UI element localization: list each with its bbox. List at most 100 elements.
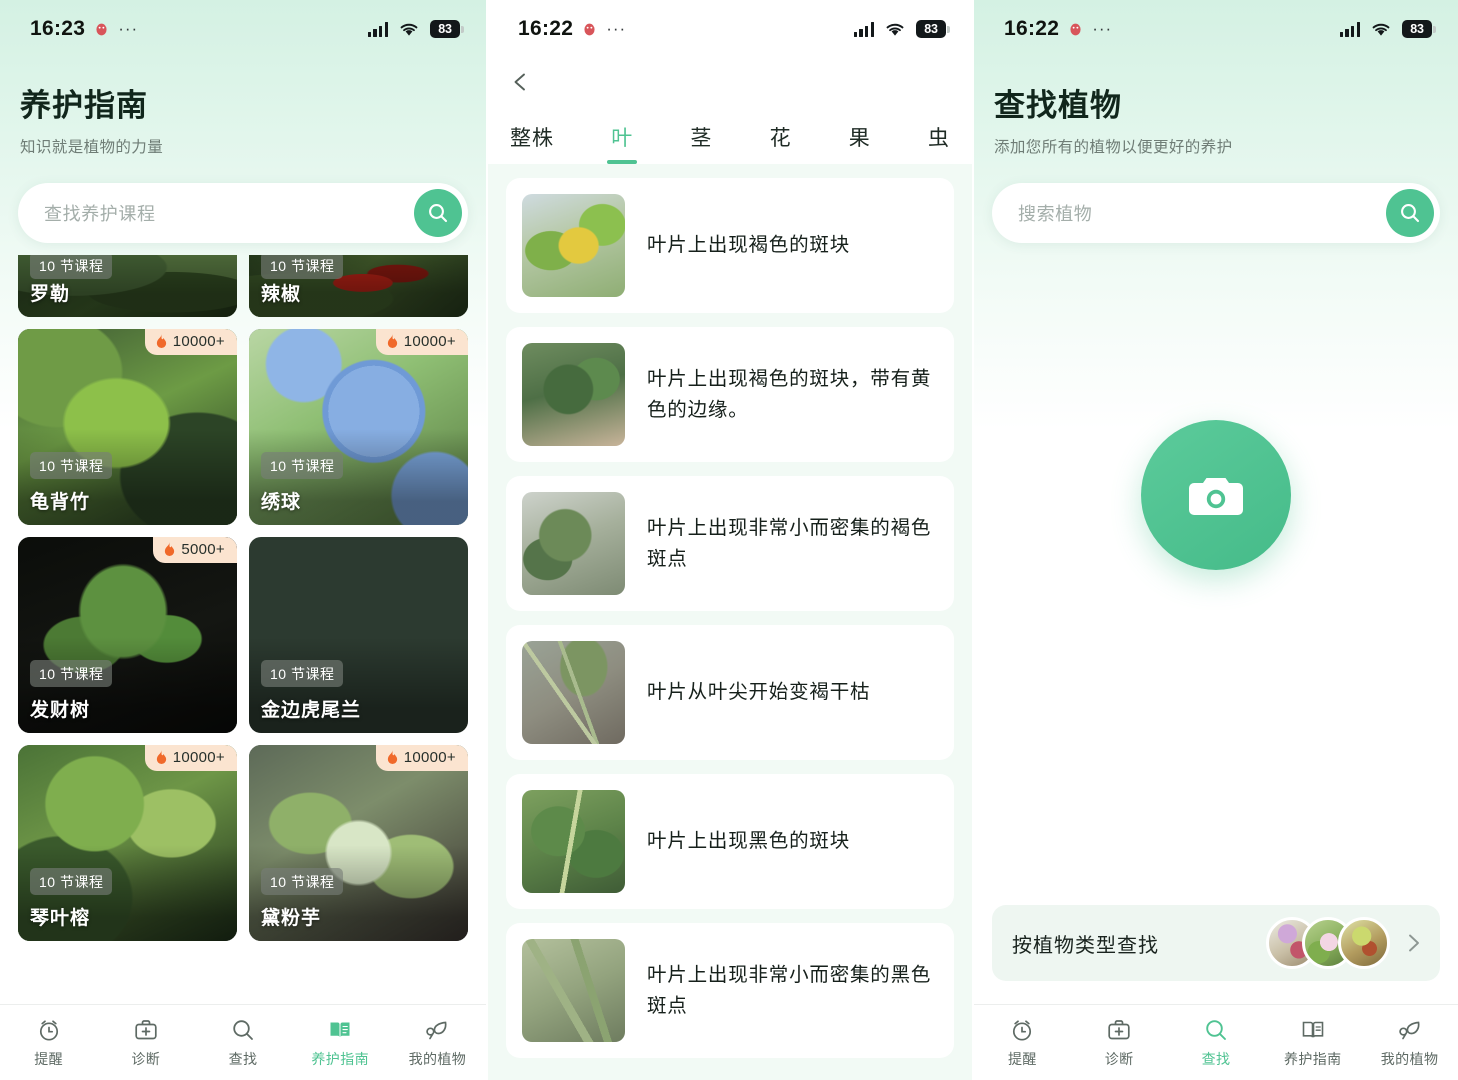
tab-stem[interactable]: 茎 — [690, 122, 712, 164]
flame-icon — [387, 749, 397, 764]
tab-pest[interactable]: 虫 — [928, 122, 950, 164]
alarm-clock-icon — [1013, 1019, 1032, 1041]
symptom-item[interactable]: 叶片上出现非常小而密集的黑色斑点 — [506, 923, 954, 1058]
tab-find[interactable]: 查找 — [194, 1017, 291, 1069]
card-lessons-badge: 10 节课程 — [30, 660, 113, 687]
symptom-item[interactable]: 叶片上出现褐色的斑块 — [506, 178, 954, 313]
status-left: 16:22 ··· — [1004, 17, 1112, 41]
plant-search-input[interactable]: 搜索植物 — [992, 200, 1386, 226]
card-hot-badge: 10000+ — [144, 329, 237, 355]
screen-find-plant: 16:22 ··· 83 查找植物 添加您所有的植物以便更好的养护 搜索植物 按… — [972, 0, 1458, 1080]
chevron-right-icon[interactable] — [1402, 932, 1424, 954]
symptom-thumbnail — [522, 343, 625, 446]
qq-icon — [1070, 23, 1081, 35]
status-bar: 16:22 ··· 83 — [974, 0, 1458, 58]
symptom-text: 叶片上出现褐色的斑块 — [647, 234, 851, 257]
battery-icon: 83 — [430, 20, 464, 38]
tab-leaf[interactable]: 叶 — [611, 122, 633, 164]
symptom-item[interactable]: 叶片上出现非常小而密集的褐色斑点 — [506, 476, 954, 611]
tab-diagnose[interactable]: 诊断 — [1071, 1017, 1168, 1069]
signal-icon — [367, 21, 388, 37]
wifi-icon — [400, 23, 418, 36]
more-dots-icon: ··· — [1092, 19, 1113, 38]
course-card[interactable]: 10000+ 10 节课程 黛粉芋 — [249, 745, 468, 941]
symptom-item[interactable]: 叶片上出现黑色的斑块 — [506, 774, 954, 909]
camera-button[interactable] — [1141, 420, 1291, 570]
page-title: 养护指南 — [20, 88, 148, 123]
symptom-thumbnail — [522, 641, 625, 744]
tab-care-guide[interactable]: 养护指南 — [1264, 1017, 1361, 1069]
tab-reminder[interactable]: 提醒 — [974, 1017, 1071, 1069]
card-hot-count: 10000+ — [403, 333, 456, 350]
card-hot-badge: 5000+ — [153, 537, 237, 563]
course-card[interactable]: 10000+ 10 节课程 琴叶榕 — [18, 745, 237, 941]
find-by-type-label: 按植物类型查找 — [1012, 934, 1159, 957]
card-lessons-badge: 10 节课程 — [261, 255, 344, 279]
chevron-left-icon[interactable] — [510, 71, 532, 93]
card-lessons-badge: 10 节课程 — [261, 660, 344, 687]
page-title: 查找植物 — [994, 88, 1122, 123]
tab-fruit[interactable]: 果 — [849, 122, 871, 164]
tab-care-guide[interactable]: 养护指南 — [292, 1017, 389, 1069]
course-card[interactable]: 10 节课程 罗勒 — [18, 255, 237, 317]
search-button[interactable] — [1386, 189, 1434, 237]
signal-icon — [853, 21, 874, 37]
card-hot-count: 10000+ — [403, 749, 456, 766]
search-icon — [1206, 1019, 1226, 1040]
course-card[interactable]: 5000+ 10 节课程 发财树 — [18, 537, 237, 733]
symptom-item[interactable]: 叶片从叶尖开始变褐干枯 — [506, 625, 954, 760]
screen-symptom-list: 16:22 ··· 83 整株 叶 茎 花 果 虫 叶片上出现褐色的斑块 叶片上… — [486, 0, 972, 1080]
status-time: 16:22 — [1004, 17, 1060, 40]
screenshot-root: 16:23 ··· 83 养护指南 知识就是植物的力量 查找养护课程 10 节课… — [0, 0, 1458, 1080]
bottom-tab-bar: 提醒 诊断 查找 养护指南 我的植物 — [974, 1004, 1458, 1080]
search-button[interactable] — [414, 189, 462, 237]
course-card[interactable]: 10 节课程 辣椒 — [249, 255, 468, 317]
card-title: 龟背竹 — [30, 492, 91, 513]
page-header: 查找植物 添加您所有的植物以便更好的养护 — [974, 58, 1458, 157]
screen2-top: 16:22 ··· 83 整株 叶 茎 花 果 虫 — [488, 0, 972, 164]
tab-whole-plant[interactable]: 整株 — [510, 122, 554, 164]
tab-label: 我的植物 — [1380, 1050, 1439, 1067]
card-hot-count: 5000+ — [181, 541, 225, 558]
page-subtitle: 知识就是植物的力量 — [20, 139, 164, 156]
card-title: 辣椒 — [261, 284, 302, 305]
course-card[interactable]: 10 节课程 金边虎尾兰 — [249, 537, 468, 733]
course-search-input[interactable]: 查找养护课程 — [18, 200, 414, 226]
tab-diagnose[interactable]: 诊断 — [97, 1017, 194, 1069]
plant-search-bar[interactable]: 搜索植物 — [992, 183, 1440, 243]
tab-reminder[interactable]: 提醒 — [0, 1017, 97, 1069]
leaf-icon — [1398, 1021, 1420, 1039]
alarm-clock-icon — [39, 1019, 58, 1041]
tab-find[interactable]: 查找 — [1168, 1017, 1265, 1069]
symptom-thumbnail — [522, 939, 625, 1042]
symptom-text: 叶片从叶尖开始变褐干枯 — [647, 681, 871, 704]
more-dots-icon: ··· — [118, 19, 139, 38]
battery-icon: 83 — [916, 20, 950, 38]
wifi-icon — [1372, 23, 1390, 36]
camera-button-wrap — [974, 420, 1458, 570]
course-card[interactable]: 10000+ 10 节课程 龟背竹 — [18, 329, 237, 525]
plant-type-avatars — [1266, 917, 1390, 969]
qq-icon — [584, 23, 595, 35]
status-right: 83 — [853, 20, 950, 38]
book-icon — [1302, 1021, 1324, 1037]
card-title: 罗勒 — [30, 284, 71, 305]
tab-my-plants[interactable]: 我的植物 — [1361, 1017, 1458, 1069]
symptom-item[interactable]: 叶片上出现褐色的斑块，带有黄色的边缘。 — [506, 327, 954, 462]
status-bar: 16:23 ··· 83 — [0, 0, 486, 58]
tab-label: 我的植物 — [408, 1050, 467, 1067]
tab-flower[interactable]: 花 — [770, 122, 792, 164]
qq-icon — [96, 23, 107, 35]
tab-my-plants[interactable]: 我的植物 — [389, 1017, 486, 1069]
find-by-plant-type-card[interactable]: 按植物类型查找 — [992, 905, 1440, 981]
course-card[interactable]: 10000+ 10 节课程 绣球 — [249, 329, 468, 525]
tab-label: 养护指南 — [311, 1050, 370, 1067]
card-hot-count: 10000+ — [172, 333, 225, 350]
symptom-text: 叶片上出现非常小而密集的黑色斑点 — [647, 964, 932, 1017]
card-hot-badge: 10000+ — [144, 745, 237, 771]
card-hot-badge: 10000+ — [375, 329, 468, 355]
status-left: 16:22 ··· — [518, 17, 626, 41]
flame-icon — [165, 541, 175, 556]
course-search-bar[interactable]: 查找养护课程 — [18, 183, 468, 243]
tab-label: 查找 — [1201, 1050, 1231, 1067]
